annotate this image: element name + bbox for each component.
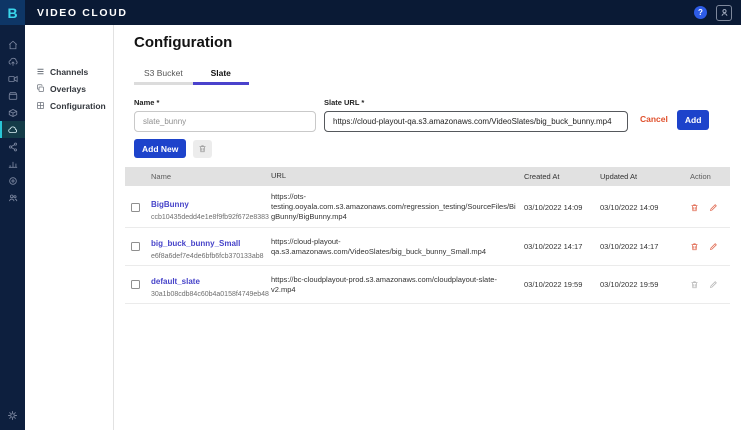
account-icon[interactable]	[716, 5, 732, 21]
name-field-group: Name *	[134, 98, 316, 132]
brightcove-logo-glyph: B	[7, 6, 17, 20]
slate-id: e6f8a6def7e4de6bfb6fcb370133ab8	[151, 253, 265, 260]
tab-bar: S3 Bucket Slate	[134, 65, 741, 85]
table-row: BigBunny ccb10435dedd4e1e8f9fb92f672e838…	[125, 187, 730, 228]
slate-name-link[interactable]: default_slate	[151, 277, 200, 286]
brightcove-logo: B	[0, 0, 25, 25]
row-checkbox[interactable]	[131, 242, 140, 251]
media-library-icon[interactable]	[0, 87, 25, 104]
share-icon[interactable]	[0, 138, 25, 155]
edit-icon	[709, 280, 718, 289]
help-icon[interactable]: ?	[694, 6, 707, 19]
main-content: Configuration S3 Bucket Slate Name * Sla…	[113, 25, 741, 430]
table-row: big_buck_bunny_Small e6f8a6def7e4de6bfb6…	[125, 228, 730, 266]
sidebar-item-label: Overlays	[50, 84, 86, 94]
cancel-button[interactable]: Cancel	[640, 114, 668, 124]
sidebar-item-overlays[interactable]: Overlays	[25, 80, 113, 97]
slate-form: Name * Slate URL * Cancel Add	[134, 98, 741, 132]
updated-at: 03/10/2022 14:17	[600, 242, 690, 251]
topbar-actions: ?	[694, 5, 741, 21]
delete-icon[interactable]	[690, 242, 699, 251]
grid-icon	[36, 101, 45, 110]
slate-name-link[interactable]: big_buck_bunny_Small	[151, 239, 240, 248]
add-new-button[interactable]: Add New	[134, 139, 186, 158]
add-button[interactable]: Add	[677, 110, 710, 130]
created-at: 03/10/2022 14:09	[524, 203, 600, 212]
sidebar-item-channels[interactable]: Channels	[25, 63, 113, 80]
column-header-url: URL	[271, 171, 524, 181]
column-header-action: Action	[690, 172, 730, 181]
column-header-updated: Updated At	[600, 172, 690, 181]
product-title: VIDEO CLOUD	[37, 7, 128, 19]
slate-url: https://cloud-playout-qa.s3.amazonaws.co…	[271, 237, 524, 257]
package-icon[interactable]	[0, 104, 25, 121]
users-icon[interactable]	[0, 189, 25, 206]
table-toolbar: Add New	[134, 139, 741, 158]
updated-at: 03/10/2022 14:09	[600, 203, 690, 212]
tab-slate[interactable]: Slate	[193, 65, 249, 85]
url-field-group: Slate URL *	[324, 98, 628, 132]
delete-icon[interactable]	[690, 203, 699, 212]
created-at: 03/10/2022 19:59	[524, 280, 600, 289]
analytics-icon[interactable]	[0, 155, 25, 172]
edit-icon[interactable]	[709, 242, 718, 251]
cloud-upload-icon[interactable]	[0, 53, 25, 70]
column-header-name: Name	[151, 172, 271, 181]
sidebar-item-label: Configuration	[50, 101, 106, 111]
page-title: Configuration	[134, 34, 741, 51]
nav-rail	[0, 25, 25, 430]
slate-url: https://bc-cloudplayout-prod.s3.amazonaw…	[271, 275, 524, 295]
slate-name-link[interactable]: BigBunny	[151, 200, 189, 209]
slate-id: ccb10435dedd4e1e8f9fb92f672e8383	[151, 214, 265, 221]
slate-url: https://ots-testing.ooyala.com.s3.amazon…	[271, 192, 524, 222]
sidebar-item-configuration[interactable]: Configuration	[25, 97, 113, 114]
updated-at: 03/10/2022 19:59	[600, 280, 690, 289]
name-input[interactable]	[134, 111, 316, 132]
bulk-delete-icon	[193, 140, 212, 158]
table-row: default_slate 30a1b08cdb84c60b4a0158f474…	[125, 266, 730, 304]
target-icon[interactable]	[0, 172, 25, 189]
cloud-icon[interactable]	[0, 121, 25, 138]
sidebar: Channels Overlays Configuration	[25, 25, 113, 430]
row-checkbox[interactable]	[131, 280, 140, 289]
created-at: 03/10/2022 14:17	[524, 242, 600, 251]
column-header-created: Created At	[524, 172, 600, 181]
list-icon	[36, 67, 45, 76]
edit-icon[interactable]	[709, 203, 718, 212]
table-header: Name URL Created At Updated At Action	[125, 167, 730, 187]
url-field-label: Slate URL *	[324, 98, 628, 107]
delete-icon	[690, 280, 699, 289]
tab-s3-bucket[interactable]: S3 Bucket	[134, 65, 193, 85]
slate-id: 30a1b08cdb84c60b4a0158f4749eb48	[151, 291, 265, 298]
slate-url-input[interactable]	[324, 111, 628, 132]
topbar: B VIDEO CLOUD ?	[0, 0, 741, 25]
gear-icon[interactable]	[0, 410, 25, 421]
name-field-label: Name *	[134, 98, 316, 107]
video-camera-icon[interactable]	[0, 70, 25, 87]
sidebar-item-label: Channels	[50, 67, 88, 77]
home-icon[interactable]	[0, 36, 25, 53]
overlays-icon	[36, 84, 45, 93]
slates-table: Name URL Created At Updated At Action Bi…	[125, 167, 730, 304]
row-checkbox[interactable]	[131, 203, 140, 212]
